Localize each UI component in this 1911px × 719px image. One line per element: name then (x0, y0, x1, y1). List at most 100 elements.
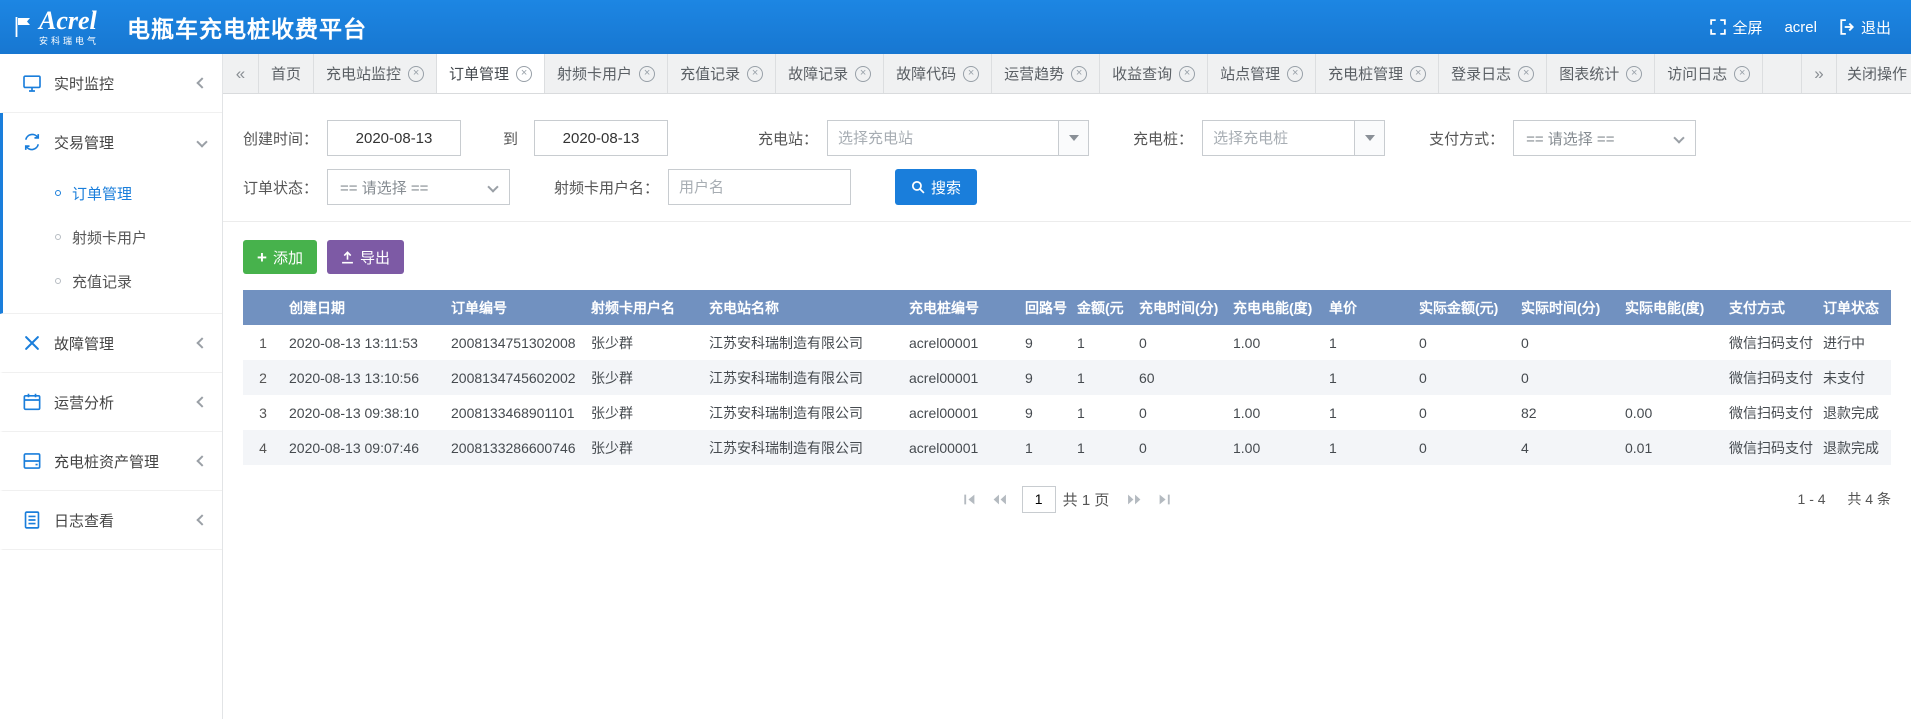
sidebar-item-label: 运营分析 (54, 392, 198, 413)
scroll-right-icon: » (1814, 64, 1823, 84)
table-row[interactable]: 42020-08-13 09:07:462008133286600746张少群江… (243, 430, 1891, 465)
pile-dropdown-button[interactable] (1354, 121, 1384, 155)
tab-item[interactable]: 收益查询× (1100, 54, 1208, 93)
tab-close-icon[interactable]: × (963, 66, 979, 82)
tab-close-icon[interactable]: × (516, 66, 532, 82)
tabs-scroll-right-button[interactable]: » (1801, 54, 1837, 93)
tab-close-icon[interactable]: × (747, 66, 763, 82)
sidebar-subitem-order-management[interactable]: 订单管理 (3, 171, 222, 215)
sidebar-item-pile-asset-management[interactable]: 充电桩资产管理 (3, 432, 222, 490)
tab-close-icon[interactable]: × (1734, 66, 1750, 82)
tab-item[interactable]: 登录日志× (1439, 54, 1547, 93)
sidebar-item-realtime-monitor[interactable]: 实时监控 (3, 54, 222, 112)
station-input[interactable] (828, 121, 1058, 155)
next-page-button[interactable] (1119, 485, 1149, 513)
total-count-label: 共 4 条 (1847, 491, 1891, 507)
table-cell: 张少群 (585, 395, 703, 430)
last-page-button[interactable] (1149, 485, 1179, 513)
table-row[interactable]: 22020-08-13 13:10:562008134745602002张少群江… (243, 360, 1891, 395)
logout-button[interactable]: 退出 (1839, 17, 1891, 38)
column-header[interactable]: 实际时间(分) (1515, 290, 1619, 325)
chevron-left-icon (196, 514, 207, 525)
table-cell: 0 (1133, 430, 1227, 465)
export-button[interactable]: 导出 (327, 240, 404, 274)
page-number-input[interactable] (1022, 486, 1056, 513)
acrel-logo: Acrel 安科瑞电气 (0, 8, 111, 46)
column-header[interactable]: 回路号 (1019, 290, 1071, 325)
search-button-label: 搜索 (931, 177, 961, 198)
tab-item[interactable]: 站点管理× (1208, 54, 1316, 93)
tab-close-icon[interactable]: × (408, 66, 424, 82)
tab-item[interactable]: 图表统计× (1547, 54, 1655, 93)
date-to-input[interactable] (534, 120, 668, 156)
column-header[interactable]: 充电桩编号 (903, 290, 1019, 325)
column-header[interactable]: 实际金额(元) (1413, 290, 1515, 325)
sidebar-subitem-recharge-records[interactable]: 充值记录 (3, 259, 222, 303)
tab-label: 访问日志 (1667, 63, 1727, 84)
add-button[interactable]: + 添加 (243, 240, 317, 274)
column-header[interactable]: 充电电能(度) (1227, 290, 1323, 325)
table-row[interactable]: 32020-08-13 09:38:102008133468901101张少群江… (243, 395, 1891, 430)
column-header[interactable]: 创建日期 (283, 290, 445, 325)
tab-item[interactable]: 射频卡用户× (545, 54, 668, 93)
table-cell: 1 (1323, 430, 1413, 465)
tab-close-icon[interactable]: × (1626, 66, 1642, 82)
column-header[interactable]: 订单状态 (1817, 290, 1891, 325)
column-header[interactable]: 订单编号 (445, 290, 585, 325)
tab-item-active[interactable]: 订单管理× (437, 54, 545, 93)
caret-down-icon (1365, 135, 1375, 141)
payment-select[interactable]: == 请选择 == (1513, 120, 1696, 156)
tab-item[interactable]: 访问日志 × (1655, 54, 1763, 93)
fullscreen-button[interactable]: 全屏 (1710, 17, 1762, 38)
close-operations-button[interactable]: 关闭操作 (1837, 54, 1911, 93)
table-cell: acrel00001 (903, 360, 1019, 395)
tab-item[interactable]: 首页 (259, 54, 314, 93)
sidebar-item-fault-management[interactable]: 故障管理 (3, 314, 222, 372)
date-from-input[interactable] (327, 120, 461, 156)
order-status-select[interactable]: == 请选择 == (327, 169, 510, 205)
prev-page-button[interactable] (985, 485, 1015, 513)
table-cell: 1 (1071, 430, 1133, 465)
sidebar-item-operation-analysis[interactable]: 运营分析 (3, 373, 222, 431)
column-header[interactable]: 充电时间(分) (1133, 290, 1227, 325)
tab-item[interactable]: 运营趋势× (992, 54, 1100, 93)
username[interactable]: acrel (1784, 19, 1817, 36)
chevron-down-icon (487, 181, 498, 192)
table-cell (1619, 360, 1723, 395)
station-dropdown-button[interactable] (1058, 121, 1088, 155)
sidebar-item-label: 故障管理 (54, 333, 198, 354)
tab-close-icon[interactable]: × (1179, 66, 1195, 82)
column-header[interactable]: 实际电能(度) (1619, 290, 1723, 325)
column-header[interactable]: 射频卡用户名 (585, 290, 703, 325)
first-page-button[interactable] (955, 485, 985, 513)
column-header[interactable]: 支付方式 (1723, 290, 1817, 325)
table-cell: 1 (1323, 325, 1413, 360)
tab-close-icon[interactable]: × (1071, 66, 1087, 82)
tab-close-icon[interactable]: × (855, 66, 871, 82)
tab-item[interactable]: 充电桩管理× (1316, 54, 1439, 93)
tab-item[interactable]: 充电站监控× (314, 54, 437, 93)
filter-row-2: 订单状态： == 请选择 == 射频卡用户名： (243, 169, 1891, 205)
pile-input[interactable] (1203, 121, 1354, 155)
tabs-scroll-left-button[interactable]: « (223, 54, 259, 93)
tab-close-icon[interactable]: × (639, 66, 655, 82)
tab-item[interactable]: 故障代码× (884, 54, 992, 93)
tab-close-icon[interactable]: × (1410, 66, 1426, 82)
column-header[interactable]: 单价 (1323, 290, 1413, 325)
tab-item[interactable]: 充值记录× (668, 54, 776, 93)
table-header-row: 创建日期订单编号射频卡用户名充电站名称充电桩编号回路号金额(元充电时间(分)充电… (243, 290, 1891, 325)
table-row[interactable]: 12020-08-13 13:11:532008134751302008张少群江… (243, 325, 1891, 360)
tab-close-icon[interactable]: × (1287, 66, 1303, 82)
total-pages-label: 共 1 页 (1063, 489, 1110, 510)
rfid-username-input[interactable] (668, 169, 851, 205)
tab-item[interactable]: 故障记录× (776, 54, 884, 93)
sidebar-item-transaction-management[interactable]: 交易管理 (3, 113, 222, 171)
column-header[interactable]: 金额(元 (1071, 290, 1133, 325)
tab-close-icon[interactable]: × (1518, 66, 1534, 82)
station-combobox[interactable] (827, 120, 1089, 156)
pile-combobox[interactable] (1202, 120, 1385, 156)
search-button[interactable]: 搜索 (895, 169, 977, 205)
column-header[interactable]: 充电站名称 (703, 290, 903, 325)
sidebar-item-log-view[interactable]: 日志查看 (3, 491, 222, 549)
sidebar-subitem-rfid-card-users[interactable]: 射频卡用户 (3, 215, 222, 259)
